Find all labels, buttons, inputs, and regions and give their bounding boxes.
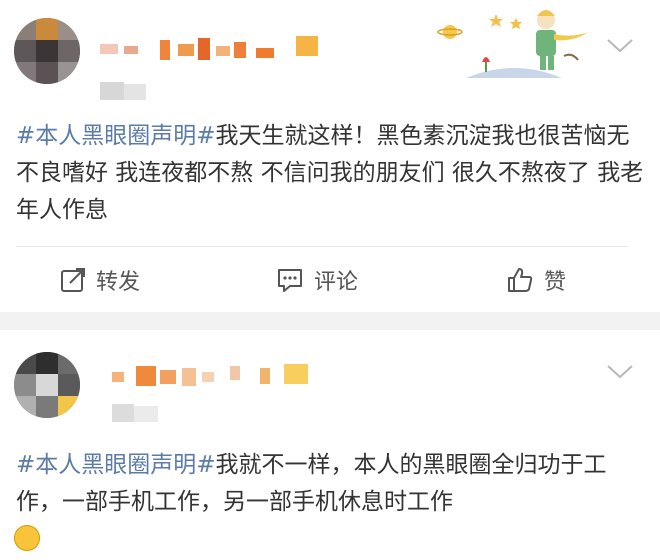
comment-label: 评论 xyxy=(314,270,359,295)
comment-button[interactable]: 评论 xyxy=(276,262,358,298)
like-label: 赞 xyxy=(544,270,567,295)
divider xyxy=(16,246,628,247)
repost-icon xyxy=(61,268,85,292)
weibo-feed: #本人黑眼圈声明#我天生就这样！黑色素沉淀我也很苦恼无不良嗜好 我连夜都不熬 不… xyxy=(0,0,660,560)
repost-label: 转发 xyxy=(96,270,141,295)
hashtag-link[interactable]: #本人黑眼圈声明# xyxy=(16,452,216,478)
post-text: #本人黑眼圈声明#我就不一样，本人的黑眼圈全归功于工作，一部手机工作，另一部手机… xyxy=(16,447,646,521)
like-icon xyxy=(508,268,533,292)
chevron-down-icon[interactable] xyxy=(606,364,634,380)
repost-button[interactable]: 转发 xyxy=(60,262,140,298)
emoji-icon xyxy=(14,525,40,551)
little-prince-illustration xyxy=(436,4,592,80)
comment-icon xyxy=(278,269,302,292)
hashtag-link[interactable]: #本人黑眼圈声明# xyxy=(16,123,216,149)
username[interactable] xyxy=(100,36,330,68)
post-time xyxy=(100,80,150,102)
like-button[interactable]: 赞 xyxy=(506,262,566,298)
post-card: #本人黑眼圈声明#我天生就这样！黑色素沉淀我也很苦恼无不良嗜好 我连夜都不熬 不… xyxy=(0,0,660,312)
post-time xyxy=(112,402,162,424)
username[interactable] xyxy=(112,362,312,392)
chevron-down-icon[interactable] xyxy=(606,38,634,54)
avatar[interactable] xyxy=(14,18,80,84)
post-text: #本人黑眼圈声明#我天生就这样！黑色素沉淀我也很苦恼无不良嗜好 我连夜都不熬 不… xyxy=(16,118,646,229)
avatar[interactable] xyxy=(14,352,80,418)
post-card xyxy=(0,330,660,560)
action-bar: 转发 评论 赞 xyxy=(0,248,660,312)
